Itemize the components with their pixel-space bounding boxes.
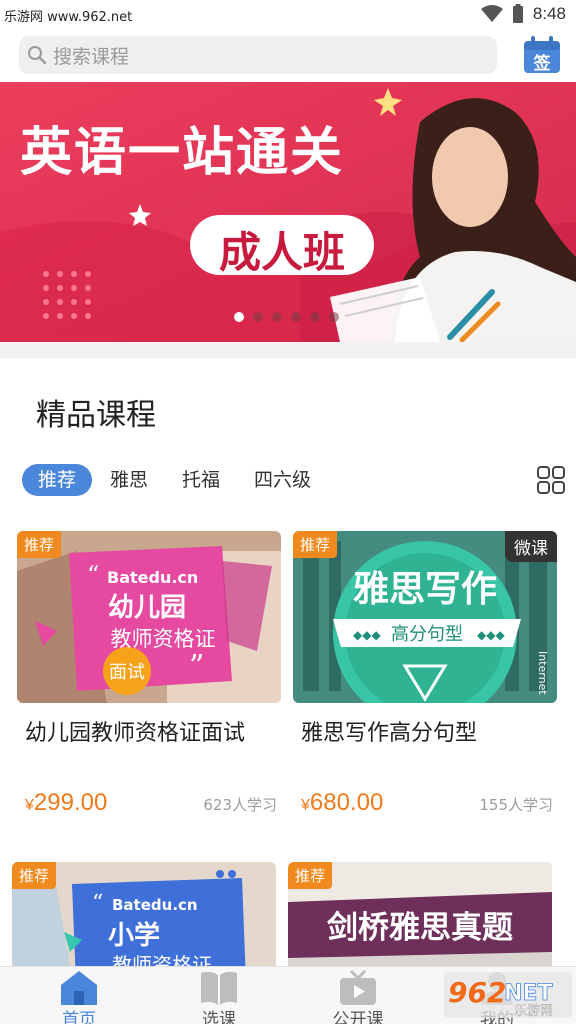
calendar-icon: 签 [524,36,560,74]
signin-label: 签 [533,53,552,74]
tab-cet[interactable]: 四六级 [254,464,311,496]
pagination-dot[interactable] [329,312,339,322]
course-thumbnail: 面试 “ Batedu.cn 幼儿园 教师资格证 ” 推荐 [17,531,281,703]
cover-line-1: 小学 [108,920,160,951]
micro-course-badge: 微课 [505,531,557,562]
wifi-icon [480,5,503,22]
cover-line-1: 幼儿园 [108,593,186,623]
currency-symbol: ¥ [301,797,310,814]
price-value: 680.00 [309,789,384,816]
nav-home[interactable]: 首页 [34,967,124,1024]
battery-icon [512,4,523,23]
status-time: 8:48 [532,4,566,23]
svg-text:“: “ [87,561,99,589]
learner-count: 155人学习 [479,796,553,814]
cover-brand: Batedu.cn [112,896,198,914]
search-input[interactable]: 搜索课程 [19,36,497,74]
course-card[interactable]: “ Batedu.cn 小学 教师资格证 推荐 [12,862,276,966]
svg-text:“: “ [92,891,103,916]
cover-brand: Batedu.cn [107,568,198,587]
section-divider [0,342,576,358]
svg-text:◆◆◆: ◆◆◆ [477,628,505,642]
cover-tag: 面试 [109,662,145,683]
tv-icon [340,969,376,1005]
course-card[interactable]: 雅思写作 高分句型 ◆◆◆ ◆◆◆ Internet 推荐 微课 雅思写作高分句… [293,531,557,831]
home-icon [61,971,97,1005]
pagination-dot[interactable] [291,312,301,322]
svg-text:◆◆◆: ◆◆◆ [353,628,381,642]
daily-signin-button[interactable]: 签 [522,35,562,75]
tab-recommended[interactable]: 推荐 [22,464,93,496]
banner-pill: 成人班 [190,215,374,277]
section-title: 精品课程 [36,398,156,433]
course-thumbnail: 剑桥雅思真题 推荐 [288,862,552,966]
cover-side-text: Internet [536,651,549,695]
cover-line-2: 教师资格证 [112,953,212,966]
recommend-badge: 推荐 [293,531,338,558]
app-screen: 乐游网 www.962.net 8:48 搜索课程 签 英语一站通关 成人班 精… [0,0,576,1024]
status-indicators: 8:48 [480,4,566,24]
cover-line-1: 雅思写作 [353,569,497,610]
nav-open-class[interactable]: 公开课 [313,967,403,1024]
cover-line-2: 高分句型 [391,624,463,645]
recommend-badge: 推荐 [17,531,62,558]
watermark-suffix: NET [504,981,552,1006]
watermark-brand: 962 [448,976,506,1009]
pagination-dot[interactable] [253,312,263,322]
course-price: ¥680.00 [301,789,383,817]
course-thumbnail: “ Batedu.cn 小学 教师资格证 推荐 [12,862,276,966]
nav-label: 公开课 [332,1010,384,1024]
category-tabs: 推荐 雅思 托福 四六级 [22,464,345,496]
currency-symbol: ¥ [25,797,34,814]
banner-title: 英语一站通关 [20,123,345,183]
banner-pill-label: 成人班 [218,228,345,277]
watermark-text: 乐游网 www.962.net [4,10,133,25]
grid-view-icon[interactable] [536,465,566,495]
watermark-sub: 乐游网 [514,1004,553,1018]
learner-count: 623人学习 [203,796,277,814]
price-value: 299.00 [33,789,108,816]
course-thumbnail: 雅思写作 高分句型 ◆◆◆ ◆◆◆ Internet 推荐 微课 [293,531,557,703]
course-price: ¥299.00 [25,789,107,817]
tab-ielts[interactable]: 雅思 [110,464,148,496]
book-icon [201,971,237,1005]
banner-pagination [234,312,339,322]
course-title: 幼儿园教师资格证面试 [25,721,246,746]
search-placeholder: 搜索课程 [53,45,130,68]
cover-line-1: 剑桥雅思真题 [327,910,513,946]
nav-label: 选课 [202,1010,236,1024]
promo-banner[interactable]: 英语一站通关 成人班 [0,82,576,342]
recommend-badge: 推荐 [288,862,333,889]
nav-course-select[interactable]: 选课 [174,967,264,1024]
svg-text:”: ” [189,649,204,684]
pagination-dot[interactable] [310,312,320,322]
tab-toefl[interactable]: 托福 [182,464,220,496]
course-card[interactable]: 剑桥雅思真题 推荐 [288,862,552,966]
status-bar: 乐游网 www.962.net 8:48 [0,0,576,30]
pagination-dot[interactable] [234,312,244,322]
course-title: 雅思写作高分句型 [301,721,478,746]
course-card[interactable]: 面试 “ Batedu.cn 幼儿园 教师资格证 ” 推荐 幼儿园教师资格证面试… [17,531,281,831]
cover-line-2: 教师资格证 [111,627,216,651]
nav-label: 首页 [62,1010,96,1024]
recommend-badge: 推荐 [12,862,57,889]
site-watermark-logo: 962 NET 乐游网 [444,972,572,1018]
pagination-dot[interactable] [272,312,282,322]
search-icon [28,46,47,65]
